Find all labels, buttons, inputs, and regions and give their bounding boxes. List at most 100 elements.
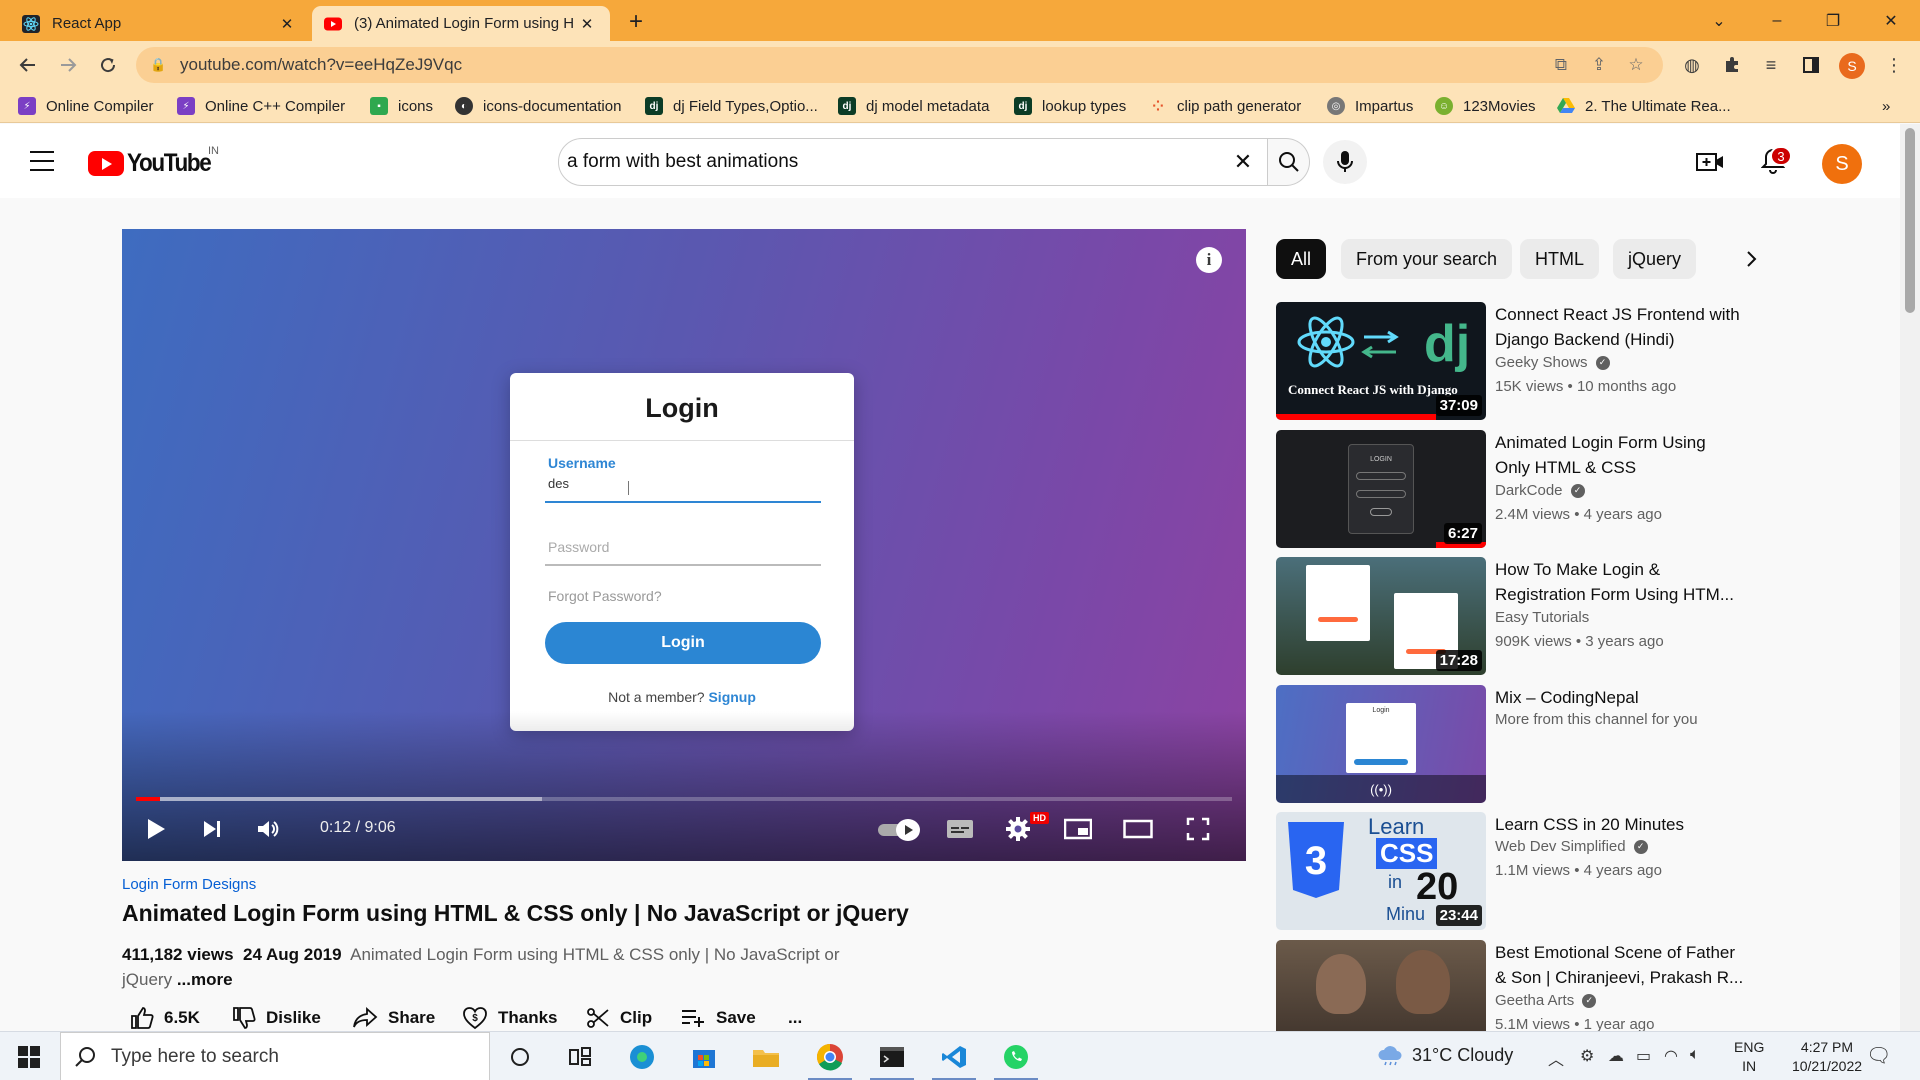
like-button[interactable]: 6.5K [130, 1004, 200, 1032]
recommendation-thumbnail[interactable]: LOGIN 6:27 [1276, 430, 1486, 548]
bookmark-online-cpp-compiler[interactable]: ⚡ Online C++ Compiler [177, 95, 345, 117]
input-language[interactable]: ENG IN [1734, 1038, 1764, 1076]
bookmark-icons[interactable]: ▪ icons [370, 95, 433, 117]
close-window-icon[interactable]: ✕ [1866, 0, 1916, 41]
extensions-puzzle-icon[interactable] [1718, 51, 1746, 79]
start-button[interactable] [0, 1032, 58, 1080]
menu-icon[interactable] [30, 151, 54, 171]
account-avatar[interactable]: S [1822, 144, 1862, 184]
voice-search-button[interactable] [1323, 140, 1367, 184]
restore-icon[interactable]: ❐ [1808, 0, 1858, 41]
whatsapp-icon[interactable] [986, 1032, 1046, 1080]
file-explorer-icon[interactable] [736, 1032, 796, 1080]
bookmark-icons-documentation[interactable]: ◐ icons-documentation [455, 95, 621, 117]
recommendation-thumbnail[interactable]: dj Connect React JS with Django 37:09 [1276, 302, 1486, 420]
recommendation-thumbnail[interactable] [1276, 940, 1486, 1031]
bookmark-123movies[interactable]: ☺ 123Movies [1435, 95, 1536, 117]
play-button[interactable] [140, 809, 172, 849]
minimize-icon[interactable]: – [1752, 0, 1802, 41]
chip-all[interactable]: All [1276, 239, 1327, 279]
dislike-button[interactable]: Dislike [232, 1004, 321, 1032]
weather-widget[interactable]: 31°C Cloudy [1376, 1044, 1513, 1066]
system-clock[interactable]: 4:27 PM 10/21/2022 [1789, 1038, 1865, 1076]
forward-icon[interactable] [54, 51, 82, 79]
tray-app-icon[interactable]: ⚙ [1580, 1046, 1594, 1066]
theater-mode-button[interactable] [1120, 809, 1156, 849]
battery-icon[interactable]: ▭ [1636, 1046, 1651, 1066]
recommendation-item[interactable]: 3 Learn CSS in 20 Minu 23:44 Learn CSS i… [1276, 812, 1746, 930]
create-video-button[interactable] [1694, 146, 1726, 178]
wifi-icon[interactable]: ◠ [1664, 1046, 1678, 1066]
next-button[interactable] [196, 809, 228, 849]
terminal-icon[interactable] [862, 1032, 922, 1080]
speaker-icon[interactable]: 🔈︎ [1690, 1046, 1700, 1064]
bookmark-star-icon[interactable]: ☆ [1626, 55, 1646, 75]
reload-icon[interactable] [94, 51, 122, 79]
tab-react-app[interactable]: React App ✕ [10, 6, 310, 41]
back-icon[interactable] [14, 51, 42, 79]
chip-html[interactable]: HTML [1520, 239, 1599, 279]
clear-search-icon[interactable]: ✕ [1231, 149, 1255, 174]
microsoft-store-icon[interactable] [674, 1032, 734, 1080]
vscode-icon[interactable] [924, 1032, 984, 1080]
video-player[interactable]: i Login Username des Password Forgot Pas… [122, 229, 1246, 861]
recommendation-item[interactable]: dj Connect React JS with Django 37:09 Co… [1276, 302, 1746, 420]
chevron-right-icon[interactable] [1734, 242, 1768, 276]
show-more-link[interactable]: ...more [177, 970, 233, 989]
cortana-icon[interactable] [490, 1032, 550, 1080]
bookmarks-overflow-icon[interactable]: » [1882, 95, 1890, 117]
autoplay-toggle[interactable] [878, 819, 920, 841]
bookmark-lookup-types[interactable]: dj lookup types [1014, 95, 1126, 117]
taskbar-search-box[interactable]: Type here to search [60, 1032, 490, 1080]
extension-globe-icon[interactable]: ◍ [1678, 51, 1706, 79]
clip-button[interactable]: Clip [586, 1004, 652, 1032]
save-button[interactable]: Save [680, 1004, 756, 1032]
playlist-tag-link[interactable]: Login Form Designs [122, 876, 256, 893]
chip-from-your-search[interactable]: From your search [1341, 239, 1513, 279]
tray-overflow-icon[interactable]: ︿ [1548, 1046, 1564, 1070]
bookmark-ultimate-react[interactable]: 2. The Ultimate Rea... [1557, 95, 1731, 117]
miniplayer-button[interactable] [1060, 809, 1096, 849]
progress-bar[interactable] [136, 797, 1232, 801]
tab-search-icon[interactable]: ⌄ [1694, 0, 1744, 41]
subtitles-button[interactable] [942, 809, 978, 849]
search-input[interactable] [567, 151, 1167, 173]
bookmark-online-compiler[interactable]: ⚡ Online Compiler [18, 95, 154, 117]
chrome-taskbar-icon[interactable] [800, 1032, 860, 1080]
notification-center-icon[interactable]: 🗨︎ [1866, 1043, 1891, 1068]
thanks-button[interactable]: $ Thanks [462, 1004, 558, 1032]
search-button[interactable] [1268, 138, 1310, 186]
edge-browser-icon[interactable] [612, 1032, 672, 1080]
more-actions-icon[interactable]: ... [788, 1004, 802, 1032]
share-button[interactable]: Share [352, 1004, 435, 1032]
onedrive-icon[interactable]: ☁ [1608, 1046, 1624, 1066]
video-description[interactable]: 411,182 views 24 Aug 2019 Animated Login… [122, 942, 882, 992]
open-in-app-icon[interactable]: ⧉ [1551, 55, 1571, 75]
share-icon[interactable]: ⇪ [1589, 55, 1609, 75]
chip-jquery[interactable]: jQuery [1613, 239, 1697, 279]
youtube-logo[interactable]: YouTube [88, 149, 220, 178]
info-icon[interactable]: i [1196, 247, 1222, 273]
recommendation-thumbnail[interactable]: 17:28 [1276, 557, 1486, 675]
media-control-icon[interactable]: ≡ [1757, 51, 1785, 79]
new-tab-button[interactable]: + [622, 9, 650, 37]
volume-button[interactable] [252, 809, 284, 849]
task-view-icon[interactable] [550, 1032, 610, 1080]
recommendation-item[interactable]: Best Emotional Scene of Father & Son | C… [1276, 940, 1746, 1031]
tab-youtube-video[interactable]: (3) Animated Login Form using H ✕ [312, 6, 610, 41]
close-tab-icon[interactable]: ✕ [276, 13, 298, 35]
bookmark-dj-field-types[interactable]: dj dj Field Types,Optio... [645, 95, 818, 117]
address-bar[interactable]: 🔒 youtube.com/watch?v=eeHqZeJ9Vqc ⧉ ⇪ ☆ [136, 47, 1663, 83]
page-scrollbar-thumb[interactable] [1905, 128, 1915, 313]
bookmark-impartus[interactable]: ◎ Impartus [1327, 95, 1413, 117]
profile-avatar[interactable]: S [1839, 53, 1865, 79]
fullscreen-button[interactable] [1180, 809, 1216, 849]
recommendation-thumbnail[interactable]: Login ((•)) [1276, 685, 1486, 803]
chrome-menu-icon[interactable]: ⋮ [1880, 51, 1908, 79]
recommendation-item[interactable]: LOGIN 6:27 Animated Login Form Using Onl… [1276, 430, 1746, 548]
recommendation-item[interactable]: 17:28 How To Make Login & Registration F… [1276, 557, 1746, 675]
recommendation-item[interactable]: Login ((•)) Mix – CodingNepal More from … [1276, 685, 1746, 803]
close-tab-icon[interactable]: ✕ [576, 13, 598, 35]
bookmark-dj-model-metadata[interactable]: dj dj model metadata [838, 95, 989, 117]
side-panel-icon[interactable] [1797, 51, 1825, 79]
